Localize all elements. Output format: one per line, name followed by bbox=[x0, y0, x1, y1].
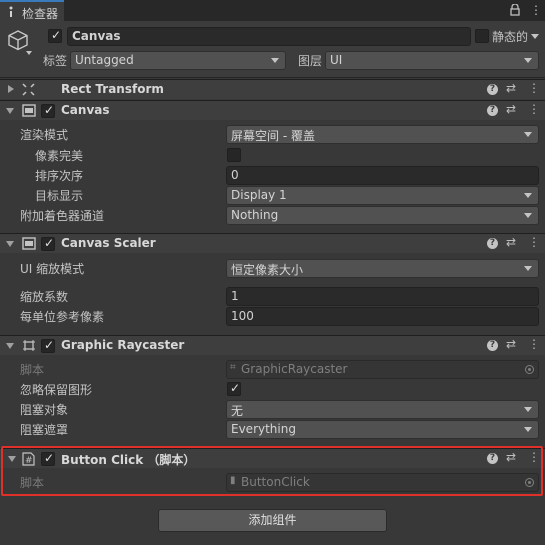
help-icon[interactable]: ? bbox=[487, 340, 498, 351]
tab-label: 检查器 bbox=[22, 7, 59, 21]
static-toggle[interactable] bbox=[475, 29, 489, 43]
canvas-header[interactable]: ✓ Canvas ? ⇄ ⋮ bbox=[0, 100, 545, 120]
graphic-raycaster-title: Graphic Raycaster bbox=[61, 338, 185, 352]
graphic-raycaster-enabled-toggle[interactable]: ✓ bbox=[41, 338, 55, 353]
blocking-objects-dropdown[interactable]: 无 bbox=[226, 400, 539, 419]
static-dropdown-chevron-icon[interactable] bbox=[531, 34, 539, 39]
pixel-perfect-label: 像素完美 bbox=[35, 149, 84, 163]
scale-factor-field[interactable]: 1 bbox=[226, 287, 539, 306]
rect-transform-header[interactable]: Rect Transform ? ⇄ ⋮ bbox=[0, 79, 545, 99]
script-grid-icon: ⌗ bbox=[230, 362, 236, 373]
ui-scale-mode-value: 恒定像素大小 bbox=[231, 263, 304, 277]
render-mode-value: 屏幕空间 - 覆盖 bbox=[231, 129, 315, 143]
additional-shader-label: 附加着色器通道 bbox=[20, 209, 105, 223]
rect-transform-icon bbox=[22, 83, 35, 96]
chevron-down-icon bbox=[524, 132, 532, 137]
presets-icon[interactable]: ⇄ bbox=[506, 235, 516, 249]
sort-order-label: 排序次序 bbox=[35, 169, 84, 183]
render-mode-dropdown[interactable]: 屏幕空间 - 覆盖 bbox=[226, 125, 539, 144]
blocking-objects-value: 无 bbox=[231, 404, 244, 418]
foldout-arrow-icon[interactable] bbox=[6, 241, 14, 247]
ignore-reversed-checkbox[interactable]: ✓ bbox=[227, 381, 241, 396]
checkmark-icon: ✓ bbox=[230, 381, 241, 395]
highlight-box bbox=[1, 446, 543, 496]
raycaster-script-field[interactable]: ⌗ GraphicRaycaster bbox=[226, 360, 539, 379]
canvas-scaler-icon bbox=[22, 237, 36, 250]
raycaster-icon bbox=[23, 340, 35, 351]
raycaster-script-value: GraphicRaycaster bbox=[241, 362, 348, 376]
blocking-mask-label: 阻塞遮罩 bbox=[20, 423, 69, 437]
target-display-value: Display 1 bbox=[231, 188, 287, 202]
target-display-dropdown[interactable]: Display 1 bbox=[226, 186, 539, 205]
canvas-enabled-toggle[interactable]: ✓ bbox=[41, 103, 55, 118]
scale-factor-label: 缩放系数 bbox=[20, 290, 69, 304]
presets-icon[interactable]: ⇄ bbox=[506, 81, 516, 95]
kebab-menu-icon[interactable]: ⋮ bbox=[530, 3, 542, 17]
chevron-down-icon bbox=[524, 193, 532, 198]
chevron-down-icon bbox=[524, 213, 532, 218]
target-display-label: 目标显示 bbox=[35, 189, 84, 203]
inspector-tab[interactable]: 检查器 bbox=[0, 0, 64, 21]
add-component-button[interactable]: 添加组件 bbox=[158, 509, 387, 532]
tag-value: Untagged bbox=[75, 53, 134, 67]
chevron-down-icon bbox=[524, 266, 532, 271]
ui-scale-mode-label: UI 缩放模式 bbox=[20, 262, 85, 276]
pixel-perfect-checkbox[interactable] bbox=[227, 148, 241, 162]
presets-icon[interactable]: ⇄ bbox=[506, 337, 516, 351]
static-label[interactable]: 静态的 bbox=[492, 28, 528, 45]
blocking-objects-label: 阻塞对象 bbox=[20, 403, 69, 417]
chevron-down-icon bbox=[524, 58, 532, 63]
lock-icon[interactable] bbox=[510, 4, 520, 16]
checkmark-icon: ✓ bbox=[44, 236, 55, 250]
canvas-scaler-header[interactable]: ✓ Canvas Scaler ? ⇄ ⋮ bbox=[0, 233, 545, 253]
checkmark-icon: ✓ bbox=[44, 338, 55, 352]
gameobject-header: ✓ Canvas 静态的 标签 Untagged 图层 UI bbox=[0, 21, 545, 78]
graphic-raycaster-header[interactable]: ✓ Graphic Raycaster ? ⇄ ⋮ bbox=[0, 335, 545, 355]
layer-label: 图层 bbox=[298, 54, 323, 68]
layer-dropdown[interactable]: UI bbox=[325, 51, 539, 70]
gameobject-name-field[interactable]: Canvas bbox=[67, 27, 471, 46]
tag-dropdown[interactable]: Untagged bbox=[70, 51, 286, 70]
canvas-scaler-title: Canvas Scaler bbox=[61, 236, 156, 250]
canvas-icon bbox=[22, 104, 36, 117]
sort-order-field[interactable]: 0 bbox=[226, 166, 539, 185]
help-icon[interactable]: ? bbox=[487, 238, 498, 249]
tag-label: 标签 bbox=[43, 54, 68, 68]
kebab-menu-icon[interactable]: ⋮ bbox=[528, 102, 540, 116]
foldout-arrow-icon[interactable] bbox=[6, 343, 14, 349]
canvas-scaler-enabled-toggle[interactable]: ✓ bbox=[41, 236, 55, 251]
chevron-down-icon bbox=[271, 58, 279, 63]
rect-transform-title: Rect Transform bbox=[61, 82, 164, 96]
raycaster-script-label: 脚本 bbox=[20, 363, 45, 377]
layer-value: UI bbox=[330, 53, 343, 67]
gameobject-cube-icon[interactable] bbox=[7, 29, 29, 51]
chevron-down-icon bbox=[524, 427, 532, 432]
ui-scale-mode-dropdown[interactable]: 恒定像素大小 bbox=[226, 259, 539, 278]
additional-shader-value: Nothing bbox=[231, 208, 279, 222]
render-mode-label: 渲染模式 bbox=[20, 128, 69, 142]
info-icon bbox=[9, 6, 13, 17]
foldout-arrow-icon[interactable] bbox=[8, 85, 14, 93]
kebab-menu-icon[interactable]: ⋮ bbox=[528, 337, 540, 351]
canvas-title: Canvas bbox=[61, 103, 110, 117]
kebab-menu-icon[interactable]: ⋮ bbox=[528, 235, 540, 249]
checkmark-icon: ✓ bbox=[44, 103, 55, 117]
foldout-arrow-icon[interactable] bbox=[6, 108, 14, 114]
presets-icon[interactable]: ⇄ bbox=[506, 102, 516, 116]
tab-bar: 检查器 ⋮ bbox=[0, 0, 545, 21]
additional-shader-dropdown[interactable]: Nothing bbox=[226, 206, 539, 225]
kebab-menu-icon[interactable]: ⋮ bbox=[528, 81, 540, 95]
ref-pixels-field[interactable]: 100 bbox=[226, 307, 539, 326]
checkmark-icon: ✓ bbox=[51, 28, 62, 42]
icon-chevron-down-icon[interactable] bbox=[26, 51, 32, 55]
blocking-mask-value: Everything bbox=[231, 422, 296, 436]
help-icon[interactable]: ? bbox=[487, 84, 498, 95]
ignore-reversed-label: 忽略保留图形 bbox=[20, 383, 93, 397]
active-toggle[interactable]: ✓ bbox=[48, 28, 62, 43]
ref-pixels-label: 每单位参考像素 bbox=[20, 310, 105, 324]
object-picker-icon[interactable] bbox=[525, 365, 534, 374]
chevron-down-icon bbox=[524, 407, 532, 412]
blocking-mask-dropdown[interactable]: Everything bbox=[226, 420, 539, 439]
help-icon[interactable]: ? bbox=[487, 105, 498, 116]
